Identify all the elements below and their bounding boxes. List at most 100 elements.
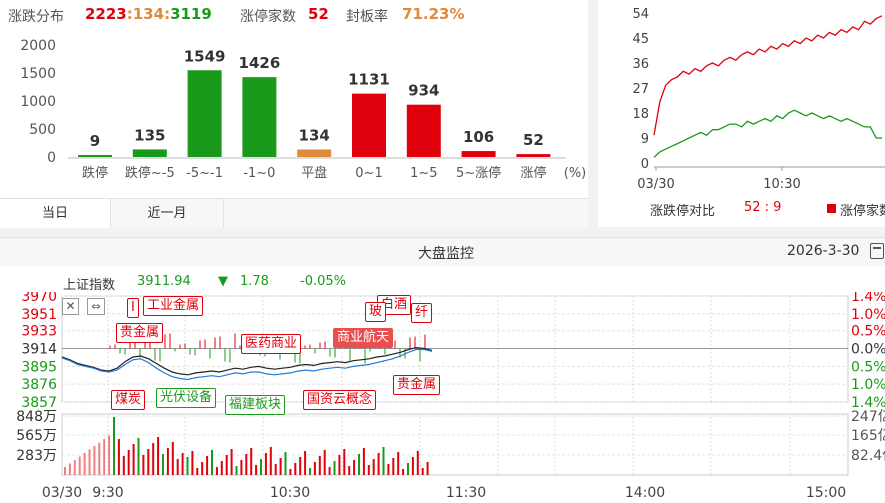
y-tick-label: 54	[632, 7, 649, 22]
volume-bar	[88, 449, 91, 475]
volume-bar	[382, 447, 385, 475]
index-change-pct: -0.05%	[300, 274, 346, 289]
volume-bar	[397, 452, 400, 475]
volume-bar	[166, 448, 169, 475]
sector-tag[interactable]: 贵金属	[116, 323, 164, 343]
bar	[78, 155, 112, 157]
limit-ratio-line-chart: 0 9 18 27 36 45 54 03/30 10:30	[632, 7, 885, 192]
volume-bar	[289, 469, 292, 475]
volume-bar	[142, 455, 145, 475]
volume-bar	[387, 464, 390, 475]
volume-bar	[122, 456, 125, 475]
sector-tag[interactable]: 纤	[411, 303, 433, 323]
volume-bar	[338, 455, 341, 475]
y2-tick-label: 0.5%	[851, 324, 885, 340]
series-line	[653, 109, 882, 158]
sector-tag[interactable]: 煤炭	[111, 390, 146, 410]
volume-bar	[186, 457, 189, 475]
x-tick-label: 10:30	[270, 485, 310, 501]
sector-tag[interactable]: I	[127, 298, 139, 318]
y-tick-label: 3914	[21, 342, 57, 358]
x-tick-label: 跌停~-5	[125, 165, 175, 181]
sector-tag[interactable]: 工业金属	[143, 296, 204, 316]
volume-tick-label: 848万	[16, 409, 57, 425]
volume-bar	[108, 435, 111, 475]
y-tick-label: 500	[29, 122, 56, 138]
volume-bar	[83, 453, 86, 475]
up-count: 2223	[85, 5, 127, 23]
bar	[516, 154, 551, 157]
limit-up-value: 52	[308, 5, 329, 23]
y-tick-label: 36	[632, 57, 649, 72]
sector-tag[interactable]: 福建板块	[225, 395, 286, 415]
y2-tick-label: 0.0%	[851, 342, 885, 358]
sector-tag[interactable]: 玻	[365, 302, 387, 322]
sector-tag[interactable]: 国资云概念	[303, 390, 377, 410]
volume-bar	[407, 463, 409, 475]
bar-value-label: 934	[408, 82, 439, 100]
volume-bar	[147, 449, 150, 475]
y2-tick-label: 1.4%	[851, 292, 885, 305]
y-tick-label: 2000	[20, 38, 56, 54]
expand-icon[interactable]: ⇔	[87, 298, 105, 315]
volume-bar	[162, 454, 164, 475]
volume-bar	[343, 449, 346, 475]
volume-bar	[323, 450, 326, 475]
bar	[132, 149, 167, 157]
volume-bar	[309, 468, 311, 475]
y2-tick-label: 0.5%	[851, 359, 885, 375]
y-tick-label: 0	[47, 150, 56, 166]
calendar-icon[interactable]	[870, 243, 884, 259]
volume-bar	[103, 439, 106, 475]
monitor-header: 大盘监控 2026-3-30	[0, 237, 885, 267]
volume-bar	[157, 437, 160, 475]
x-tick-label: 1~5	[410, 166, 437, 181]
seal-rate-value: 71.23%	[402, 5, 465, 23]
seal-rate-label: 封板率	[346, 9, 388, 25]
monitor-date: 2026-3-30	[787, 243, 860, 259]
volume-bar	[215, 467, 218, 475]
y2-tick-label: 1.0%	[851, 307, 885, 323]
volume-bar	[196, 468, 199, 475]
volume-bar	[225, 455, 228, 475]
bar-value-label: 1426	[239, 54, 281, 72]
volume-bar	[402, 469, 405, 475]
bar	[406, 104, 441, 157]
x-tick-label: 03/30	[637, 177, 674, 192]
x-tick-label: 03/30	[42, 485, 82, 501]
bar	[187, 70, 222, 157]
volume-bar	[392, 458, 395, 475]
volume-bar	[353, 460, 356, 475]
bar-value-label: 134	[299, 126, 330, 144]
tab-bar: 当日 近一月	[0, 198, 588, 228]
volume-bar	[269, 447, 272, 475]
x-axis-unit: (%)	[564, 166, 587, 181]
sector-tag[interactable]: 商业航天	[333, 328, 394, 348]
volume-bar	[201, 462, 204, 475]
volume-bar	[255, 465, 258, 475]
volume-bar	[264, 453, 267, 475]
tab-today[interactable]: 当日	[0, 199, 111, 228]
amount-tick-label: 82.4亿	[851, 448, 885, 464]
sector-tag[interactable]: 贵金属	[393, 375, 441, 395]
legend-series-label: 涨停家数	[840, 204, 885, 219]
volume-bar	[98, 442, 101, 475]
y-tick-label: 27	[632, 82, 649, 97]
volume-bar	[377, 453, 380, 475]
volume-bar	[230, 449, 233, 475]
volume-bar	[426, 462, 429, 475]
volume-bar	[372, 459, 375, 475]
bar	[242, 77, 277, 157]
tab-recent-month[interactable]: 近一月	[111, 199, 224, 228]
close-icon[interactable]: ✕	[62, 298, 79, 315]
volume-bar	[250, 448, 253, 475]
volume-bar	[176, 459, 179, 475]
y-tick-label: 9	[641, 132, 649, 147]
volume-bar	[284, 452, 287, 475]
amount-tick-label: 165亿	[851, 428, 885, 444]
x-tick-label: 9:30	[92, 485, 123, 501]
sector-tag[interactable]: 光伏设备	[156, 388, 217, 408]
volume-bar	[318, 456, 321, 475]
sector-tag[interactable]: 医药商业	[241, 334, 302, 354]
volume-bar	[333, 461, 336, 475]
